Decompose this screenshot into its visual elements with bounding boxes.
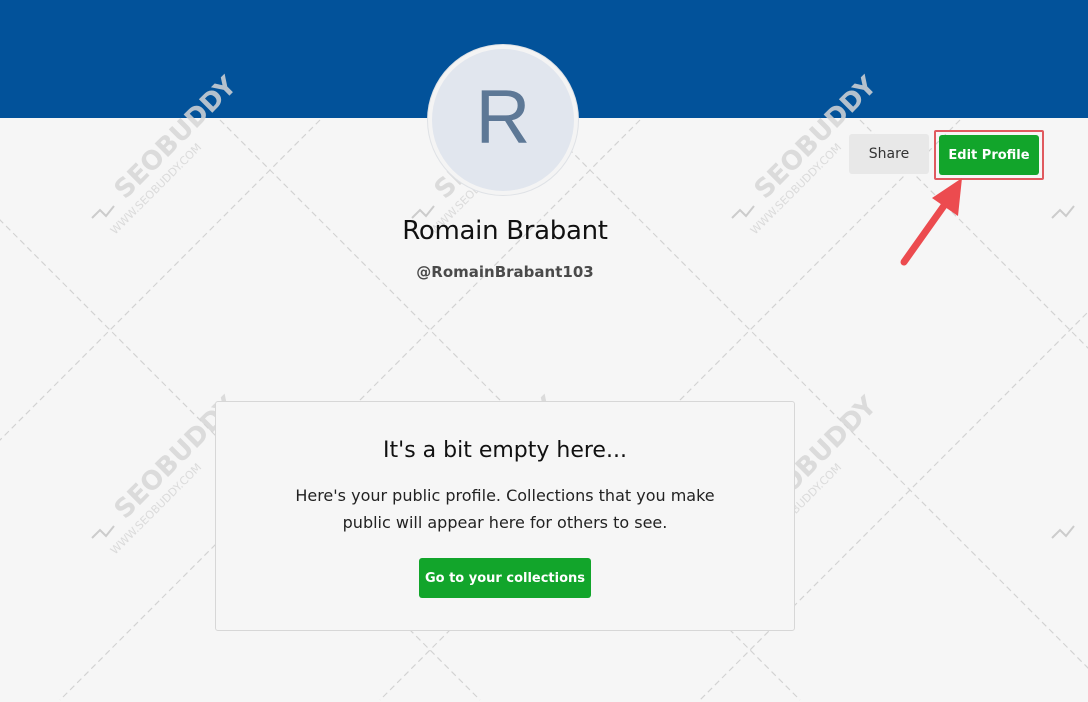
empty-state-message-line: Here's your public profile. Collections … (295, 486, 715, 505)
profile-name: Romain Brabant (402, 216, 608, 246)
go-to-collections-button[interactable]: Go to your collections (419, 558, 591, 598)
empty-state-title: It's a bit empty here... (383, 438, 627, 463)
avatar-initial: R (475, 75, 531, 160)
empty-state-message-line: public will appear here for others to se… (342, 513, 668, 532)
profile-handle: @RomainBrabant103 (416, 263, 594, 281)
empty-state-card: It's a bit empty here... Here's your pub… (215, 401, 795, 631)
profile-avatar: R (428, 45, 578, 195)
empty-state-message: Here's your public profile. Collections … (280, 482, 730, 536)
pointer-arrow-icon (900, 178, 962, 266)
edit-profile-button[interactable]: Edit Profile (939, 135, 1039, 175)
share-button[interactable]: Share (849, 134, 929, 174)
watermark-url: WWW.SEOBUDDY.COM (108, 461, 204, 557)
